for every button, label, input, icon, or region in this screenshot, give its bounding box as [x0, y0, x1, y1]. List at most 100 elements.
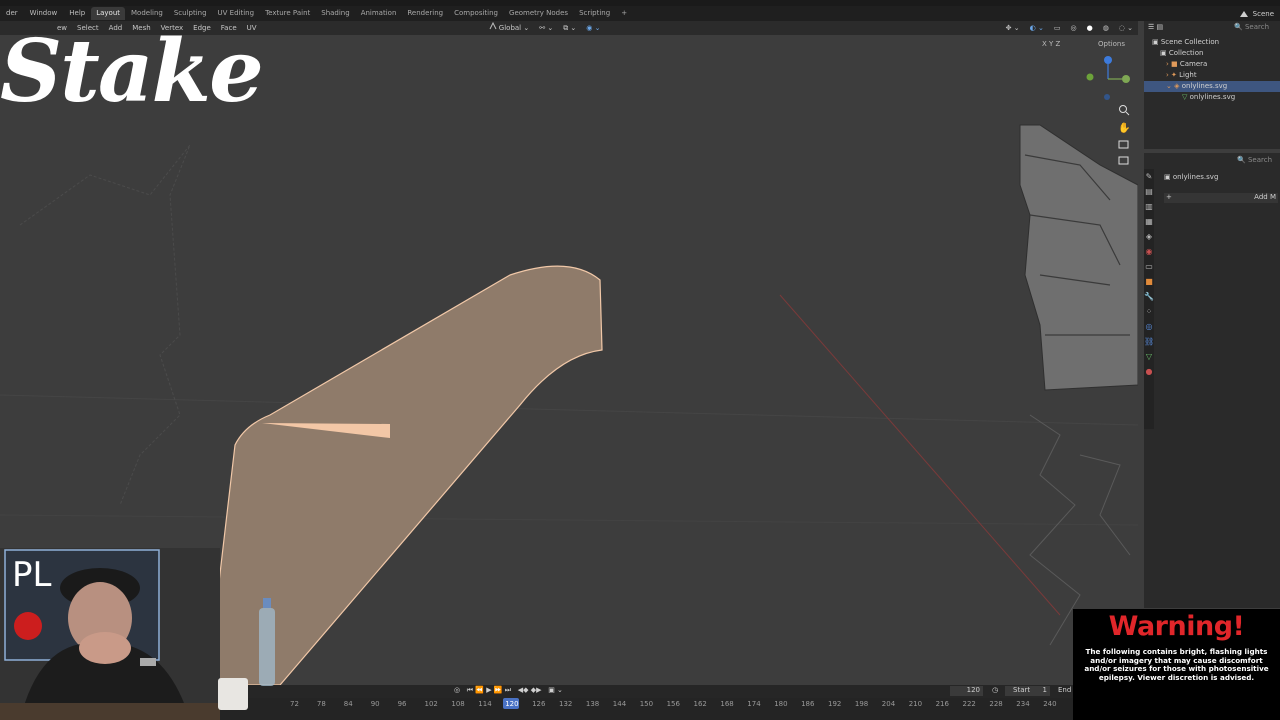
outliner-row-camera[interactable]: › ■ Camera	[1144, 59, 1280, 70]
gizmo-neg-z-axis[interactable]	[1104, 94, 1110, 100]
tab-tool-icon[interactable]: ✎	[1144, 169, 1154, 184]
tab-texture-paint[interactable]: Texture Paint	[260, 7, 315, 20]
outliner-panel[interactable]: ☰ ▤ 🔍 Search ▣ Scene Collection ▣ Collec…	[1144, 21, 1280, 149]
zoom-icon[interactable]	[1119, 105, 1130, 116]
tab-world-icon[interactable]: ◉	[1144, 244, 1154, 259]
add-workspace-button[interactable]: +	[616, 7, 632, 20]
keyframe-controls[interactable]: ◎ ⏮ ⏪ ▶ ⏩ ⏭ ◀◆ ◆▶ ▣ ⌄	[454, 686, 563, 695]
timeline-tick-label: 102	[424, 700, 438, 708]
timeline-tick-label: 138	[585, 700, 600, 708]
webcam-sign-text: PL	[12, 555, 52, 595]
tab-sculpting[interactable]: Sculpting	[169, 7, 212, 20]
perspective-toggle-icon[interactable]	[1118, 156, 1129, 165]
tab-geometry-nodes[interactable]: Geometry Nodes	[504, 7, 573, 20]
tab-particles-icon[interactable]: ⁘	[1144, 304, 1154, 319]
timeline-tick-label: 162	[693, 700, 707, 708]
properties-panel[interactable]: 🔍 Search ▣ onlylines.svg + Add M	[1144, 153, 1280, 608]
menu-help[interactable]: Help	[63, 6, 91, 21]
timeline-tick-label: 114	[478, 700, 492, 708]
timeline-tick-label: 186	[801, 700, 815, 708]
properties-tab-column[interactable]: ✎ ▤ ▥ ▦ ◈ ◉ ▭ ■ 🔧 ⁘ ◎ ⛓ ▽ ●	[1144, 169, 1154, 429]
gizmo-z-axis[interactable]	[1104, 56, 1112, 64]
tab-layout[interactable]: Layout	[91, 7, 126, 20]
outliner-search-field[interactable]: 🔍 Search	[1234, 23, 1269, 31]
sketch-outline	[19, 144, 191, 506]
shading-wireframe-icon[interactable]: ◎	[1065, 21, 1081, 35]
outliner-row-onlylines-data[interactable]: ▽ onlylines.svg	[1144, 92, 1280, 103]
shading-rendered-icon[interactable]: ◌ ⌄	[1114, 21, 1138, 35]
tab-compositing[interactable]: Compositing	[449, 7, 503, 20]
timeline-tick-label: 84	[343, 700, 353, 708]
start-frame-field[interactable]: Start 1	[1005, 686, 1050, 696]
tab-rendering[interactable]: Rendering	[402, 7, 448, 20]
water-bottle-image	[255, 596, 279, 686]
warning-title: Warning!	[1108, 611, 1245, 642]
timeline-tick-label: 108	[451, 700, 465, 708]
tab-uv-editing[interactable]: UV Editing	[213, 7, 260, 20]
stake-logo: Stake	[0, 21, 264, 122]
timeline-tick-label: 156	[666, 700, 680, 708]
current-frame-field[interactable]: 120	[950, 686, 983, 696]
grid-line	[0, 514, 1138, 526]
outliner-row-scene-collection[interactable]: ▣ Scene Collection	[1144, 37, 1280, 48]
grid-line	[0, 394, 1138, 426]
add-modifier-button[interactable]: + Add M	[1164, 193, 1278, 203]
end-frame-label[interactable]: End	[1058, 686, 1071, 694]
tab-modifier-icon[interactable]: 🔧	[1144, 289, 1154, 304]
outliner-row-collection[interactable]: ▣ Collection	[1144, 48, 1280, 59]
outliner-header: ☰ ▤ 🔍 Search	[1148, 23, 1278, 35]
tab-scripting[interactable]: Scripting	[574, 7, 615, 20]
mirror-axes-label[interactable]: X Y Z	[1042, 40, 1061, 48]
shading-solid-icon[interactable]: ●	[1082, 21, 1098, 35]
tab-material-icon[interactable]: ●	[1144, 364, 1154, 379]
timeline-tick-label: 120	[505, 700, 519, 708]
scene-icon	[1239, 11, 1248, 17]
options-dropdown[interactable]: Options	[1098, 40, 1125, 48]
tab-shading[interactable]: Shading	[316, 7, 354, 20]
timeline-tick-label: 222	[962, 700, 976, 708]
gizmo-y-axis[interactable]	[1086, 73, 1094, 81]
tab-data-icon[interactable]: ▽	[1144, 349, 1154, 364]
timeline-tick-label: 144	[612, 700, 627, 708]
tab-collection-icon[interactable]: ▭	[1144, 259, 1154, 274]
timeline-tick-label: 204	[881, 700, 896, 708]
timeline-tick-label: 216	[935, 700, 949, 708]
tab-animation[interactable]: Animation	[356, 7, 402, 20]
clock-icon: ◷	[992, 686, 999, 694]
collection-icon: ▣	[1152, 38, 1161, 46]
timeline-tick-label: 228	[989, 700, 1003, 708]
pan-hand-icon[interactable]: ✋	[1118, 121, 1130, 134]
outliner-row-light[interactable]: › ✦ Light	[1144, 70, 1280, 81]
timeline-tick-label: 234	[1016, 700, 1030, 708]
outliner-row-onlylines-object[interactable]: ⌄ ◈ onlylines.svg	[1144, 81, 1280, 92]
tab-scene-icon[interactable]: ◈	[1144, 229, 1154, 244]
tab-output-icon[interactable]: ▥	[1144, 199, 1154, 214]
properties-object-name: ▣ onlylines.svg	[1164, 173, 1219, 181]
xray-toggle-icon[interactable]: ▭	[1049, 21, 1066, 35]
curve-icon: ⌄ ◈	[1166, 82, 1182, 90]
menu-window[interactable]: Window	[24, 6, 64, 21]
orientation-label: Global	[498, 24, 522, 32]
tab-physics-icon[interactable]: ◎	[1144, 319, 1154, 334]
pivot-icon[interactable]: ⚯ ⌄	[534, 21, 558, 35]
transform-orientation-dropdown[interactable]: Global ⌄	[484, 21, 535, 35]
tab-constraints-icon[interactable]: ⛓	[1144, 334, 1154, 349]
snap-icon[interactable]: ⧉ ⌄	[558, 21, 581, 35]
timeline-tick-label: 150	[639, 700, 654, 708]
timeline-tick-label: 180	[774, 700, 788, 708]
camera-view-icon[interactable]	[1118, 140, 1129, 149]
timeline-tick-label: 78	[316, 700, 326, 708]
tab-modeling[interactable]: Modeling	[126, 7, 168, 20]
tab-render-icon[interactable]: ▤	[1144, 184, 1154, 199]
overlay-toggle-icon[interactable]: ◐ ⌄	[1025, 21, 1049, 35]
outliner-filter-icon[interactable]: ☰ ▤	[1148, 23, 1163, 31]
properties-search-field[interactable]: 🔍 Search	[1237, 156, 1272, 164]
shading-material-icon[interactable]: ◍	[1098, 21, 1114, 35]
viewport-gizmo-toggle-icon[interactable]: ✥ ⌄	[1001, 21, 1025, 35]
proportional-edit-icon[interactable]: ◉ ⌄	[581, 21, 605, 35]
gizmo-x-axis[interactable]	[1122, 75, 1130, 83]
tab-view-layer-icon[interactable]: ▦	[1144, 214, 1154, 229]
scene-selector[interactable]: Scene	[1239, 9, 1280, 18]
tab-object-icon[interactable]: ■	[1144, 274, 1154, 289]
menu-render[interactable]: der	[0, 6, 24, 21]
